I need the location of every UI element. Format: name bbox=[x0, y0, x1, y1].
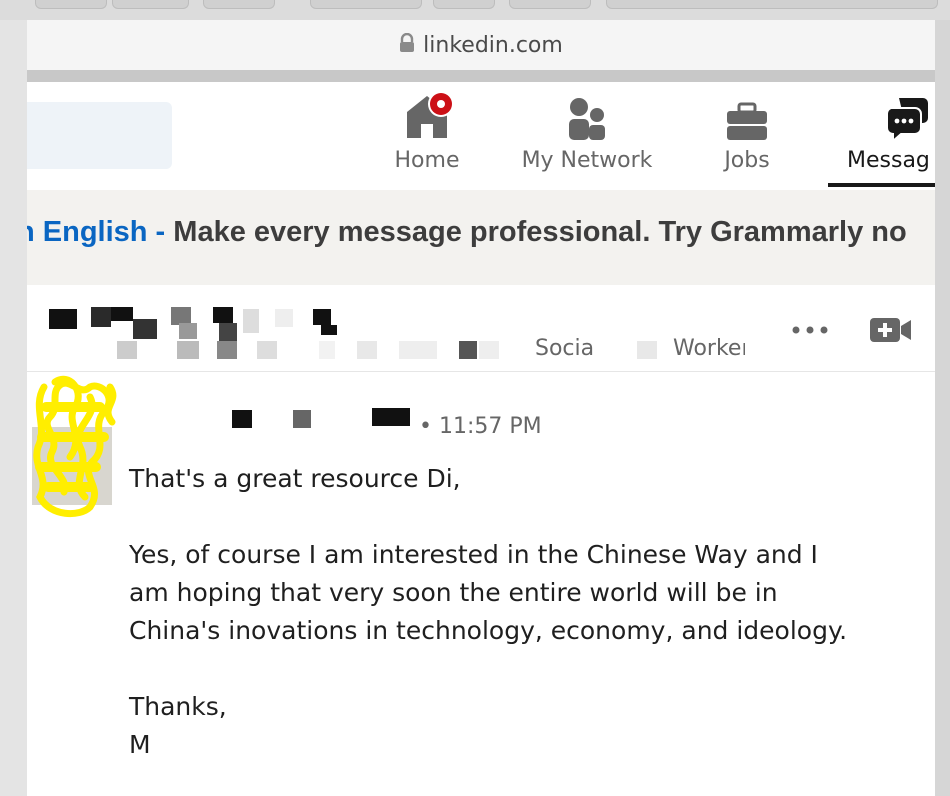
nav-label: Messag bbox=[847, 148, 930, 173]
redaction-block bbox=[177, 341, 199, 359]
redaction-block bbox=[232, 410, 252, 428]
redaction-block bbox=[117, 341, 137, 359]
message-timestamp: • 11:57 PM bbox=[419, 414, 542, 439]
message-item: • 11:57 PM That's a great resource Di, Y… bbox=[27, 372, 935, 796]
message-paragraph: Thanks, bbox=[129, 692, 227, 721]
participant-headline: Socia bbox=[535, 336, 595, 361]
video-call-icon[interactable] bbox=[869, 315, 913, 345]
message-paragraph: M bbox=[129, 730, 151, 759]
redaction-block bbox=[637, 341, 657, 359]
browser-tab[interactable] bbox=[203, 0, 275, 9]
window-edge bbox=[935, 20, 950, 796]
nav-label: My Network bbox=[521, 148, 653, 173]
redaction-block bbox=[257, 341, 277, 359]
redaction-block bbox=[459, 341, 477, 359]
briefcase-icon bbox=[727, 102, 767, 140]
participant-headline: Worker bbox=[673, 336, 745, 361]
redaction-block bbox=[293, 410, 311, 428]
address-bar[interactable]: linkedin.com bbox=[27, 20, 935, 71]
redaction-block bbox=[243, 309, 259, 333]
redaction-block bbox=[372, 408, 410, 426]
browser-tab[interactable] bbox=[606, 0, 938, 9]
banner-text: Make every message professional. Try Gra… bbox=[173, 216, 907, 248]
conversation-header: Socia Worker bbox=[27, 285, 935, 372]
redaction-block bbox=[91, 307, 111, 327]
browser-tab-strip bbox=[0, 0, 950, 20]
browser-tab[interactable] bbox=[310, 0, 422, 9]
nav-label: Home bbox=[394, 148, 460, 173]
url-text: linkedin.com bbox=[423, 33, 563, 58]
nav-item-jobs[interactable]: Jobs bbox=[702, 90, 792, 173]
message-body: That's a great resource Di, Yes, of cour… bbox=[129, 460, 849, 764]
browser-tab[interactable] bbox=[433, 0, 495, 9]
yellow-scribble bbox=[33, 376, 117, 518]
browser-tab[interactable] bbox=[35, 0, 107, 9]
browser-tab[interactable] bbox=[112, 0, 189, 9]
people-icon bbox=[569, 98, 605, 140]
redaction-block bbox=[313, 309, 331, 325]
redaction-block bbox=[133, 319, 157, 339]
message-paragraph: That's a great resource Di, bbox=[129, 464, 461, 493]
redaction-block bbox=[321, 325, 337, 335]
redaction-block bbox=[319, 341, 335, 359]
toolbar-divider bbox=[27, 70, 935, 82]
redaction-block bbox=[217, 341, 237, 359]
window-edge bbox=[0, 20, 27, 796]
redaction-block bbox=[357, 341, 377, 359]
lock-icon bbox=[399, 32, 415, 59]
banner-link[interactable]: n English bbox=[27, 216, 148, 248]
global-nav: Home My Network Jobs Messag bbox=[27, 82, 935, 191]
redaction-block bbox=[213, 307, 233, 323]
redaction-block bbox=[275, 309, 293, 327]
redaction-block bbox=[179, 323, 197, 339]
linkedin-page: Home My Network Jobs Messag n English - … bbox=[27, 82, 935, 796]
browser-tab[interactable] bbox=[509, 0, 591, 9]
more-options-icon[interactable] bbox=[789, 323, 833, 337]
messaging-icon bbox=[886, 98, 928, 142]
nav-item-my-network[interactable]: My Network bbox=[512, 90, 662, 173]
banner-dash: - bbox=[147, 216, 174, 248]
search-input[interactable] bbox=[27, 102, 172, 169]
promo-banner[interactable]: n English - Make every message professio… bbox=[27, 190, 935, 285]
home-icon bbox=[407, 91, 454, 138]
redaction-block bbox=[111, 307, 133, 321]
redaction-block bbox=[479, 341, 499, 359]
nav-label: Jobs bbox=[724, 148, 770, 173]
active-tab-indicator bbox=[828, 183, 935, 187]
redaction-block bbox=[399, 341, 437, 359]
nav-item-home[interactable]: Home bbox=[382, 90, 472, 173]
redaction-block bbox=[49, 309, 77, 329]
nav-item-messaging[interactable]: Messag bbox=[828, 90, 935, 173]
message-paragraph: Yes, of course I am interested in the Ch… bbox=[129, 540, 848, 645]
